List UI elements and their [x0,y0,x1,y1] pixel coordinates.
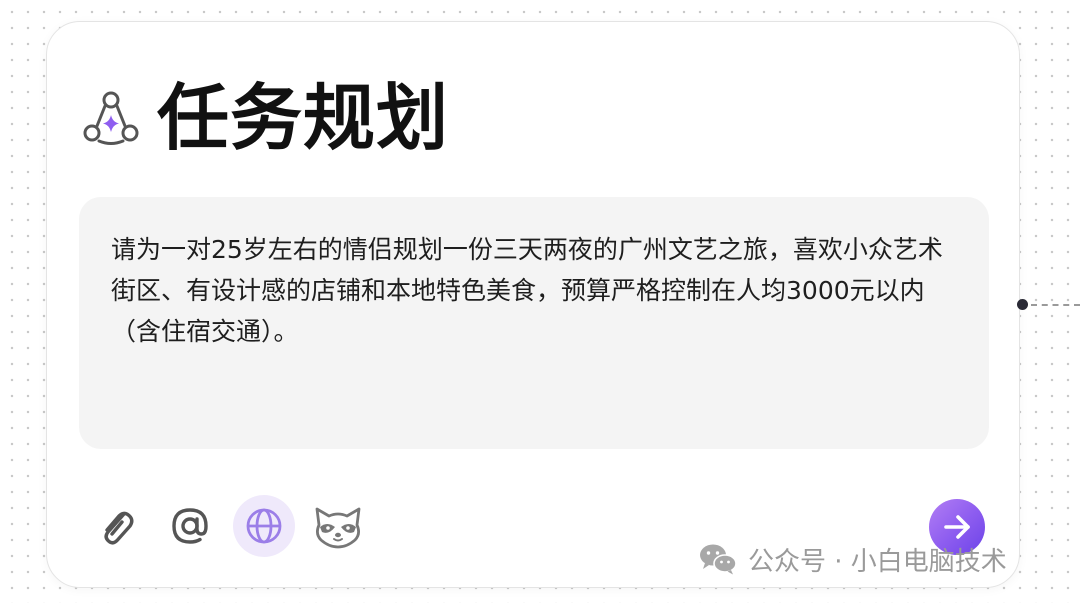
attach-button[interactable] [85,495,147,557]
wechat-icon [700,544,737,575]
agent-mascot-button[interactable] [307,495,369,557]
page-title: 任务规划 [157,76,450,160]
watermark-text: 公众号 · 小白电脑技术 [748,546,1007,577]
arrow-right-icon [944,515,970,539]
prompt-input-box[interactable]: 请为一对25岁左右的情侣规划一份三天两夜的广州文艺之旅，喜欢小众艺术街区、有设计… [79,197,989,449]
prompt-text[interactable]: 请为一对25岁左右的情侣规划一份三天两夜的广州文艺之旅，喜欢小众艺术街区、有设计… [111,229,959,352]
web-search-toggle[interactable] [233,495,295,557]
connector-handle[interactable] [1017,299,1028,310]
mention-button[interactable] [159,495,221,557]
task-card: 任务规划 请为一对25岁左右的情侣规划一份三天两夜的广州文艺之旅，喜欢小众艺术街… [46,21,1020,588]
input-toolbar [85,494,381,558]
task-planning-icon [83,91,139,145]
watermark: 公众号 · 小白电脑技术 [698,540,1007,578]
node-connector [1017,298,1080,312]
connector-dashed-line [1031,304,1080,306]
raccoon-icon [315,507,361,549]
card-header: 任务规划 [81,74,449,162]
paperclip-icon [104,511,134,545]
at-sign-icon [172,508,208,544]
globe-icon [246,508,282,544]
